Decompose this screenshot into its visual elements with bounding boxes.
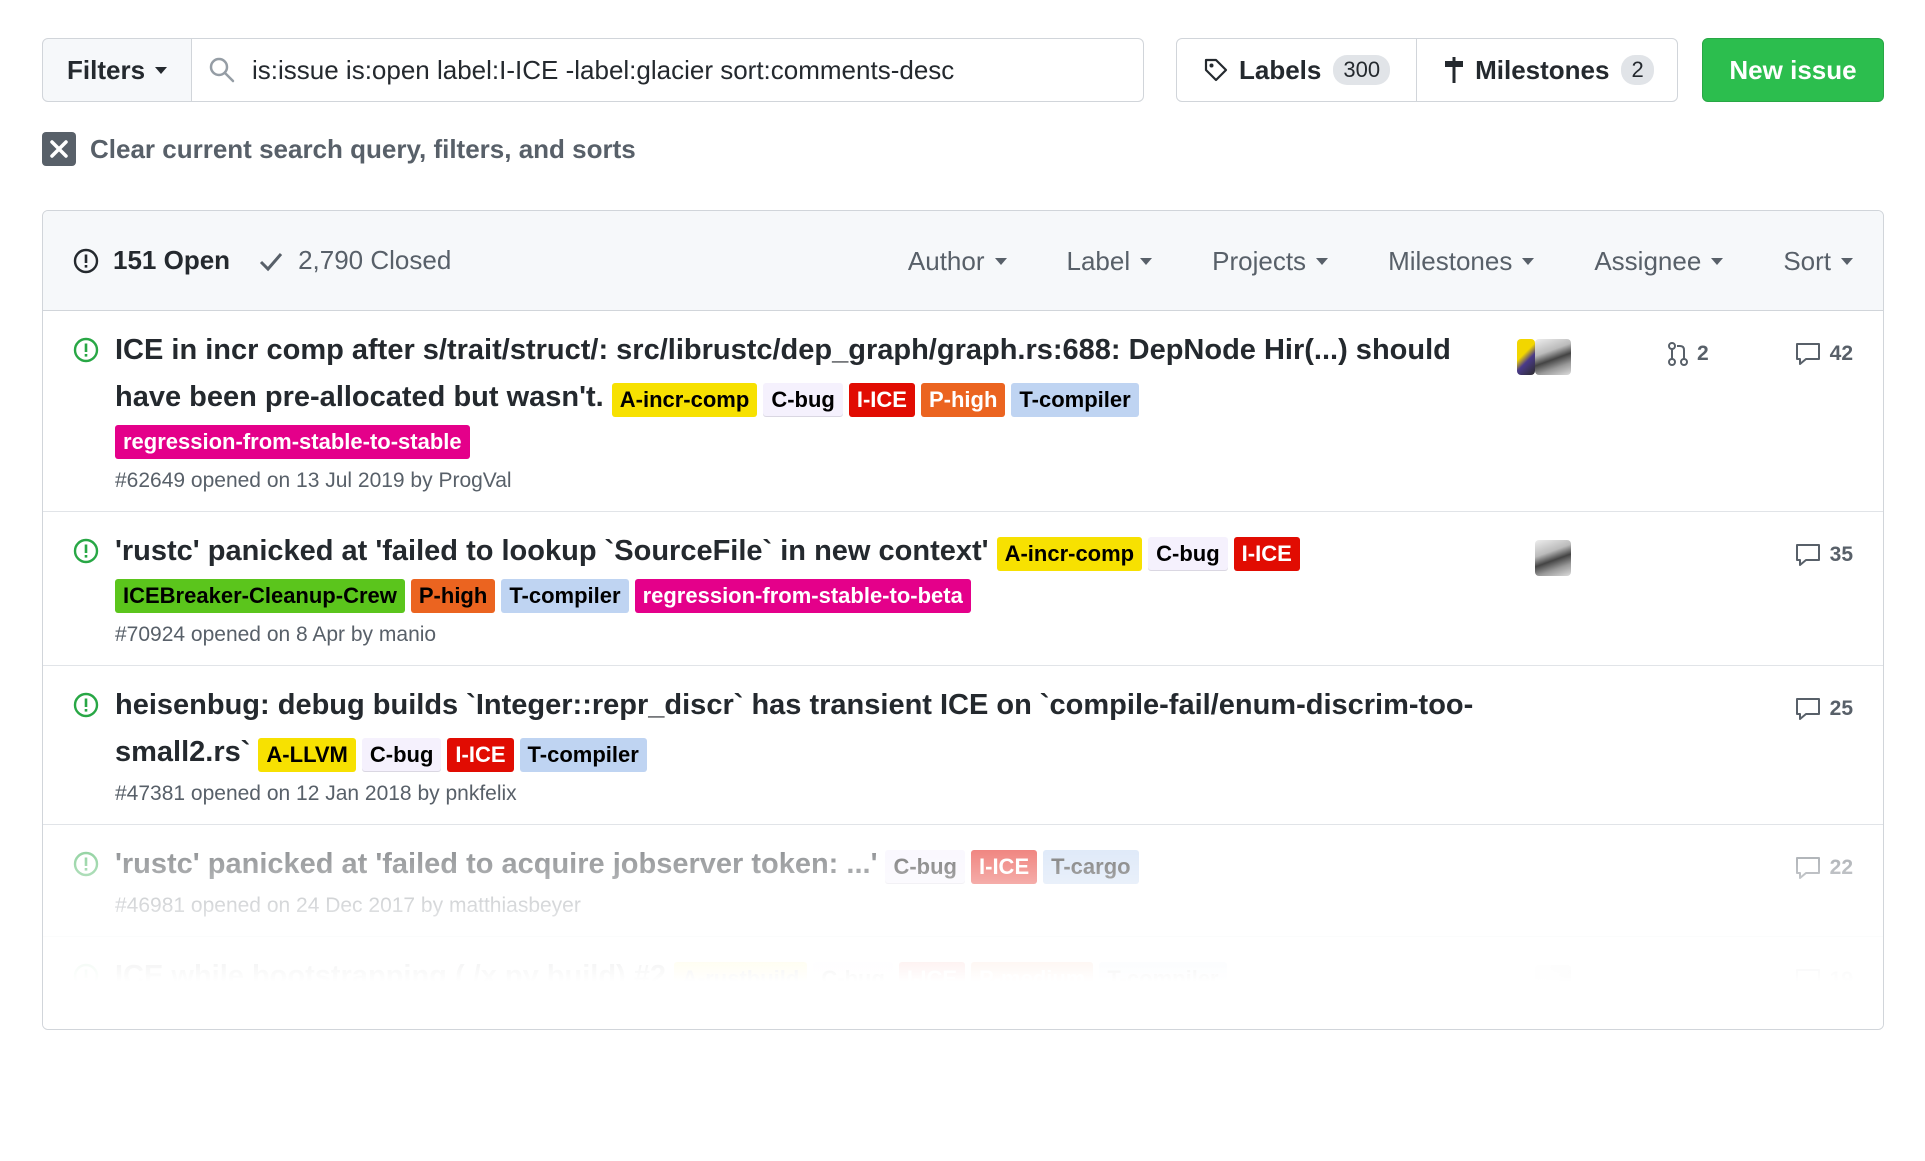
issue-label[interactable]: A-incr-comp bbox=[996, 536, 1143, 571]
issue-opened-icon bbox=[73, 692, 99, 723]
closed-issues-link[interactable]: 2,790 Closed bbox=[258, 245, 451, 276]
issue-opened-icon bbox=[73, 248, 99, 273]
issue-label[interactable]: I-ICE bbox=[447, 737, 514, 772]
projects-filter[interactable]: Projects bbox=[1212, 245, 1329, 277]
label-filter-label: Label bbox=[1066, 245, 1131, 276]
milestone-icon bbox=[1445, 57, 1464, 83]
issue-title-line: heisenbug: debug builds `Integer::repr_d… bbox=[115, 684, 1475, 778]
issue-row: 'rustc' panicked at 'failed to lookup `S… bbox=[43, 512, 1883, 666]
tag-icon bbox=[1204, 58, 1228, 82]
comments-link[interactable]: 25 bbox=[1794, 696, 1853, 722]
issue-label[interactable]: T-compiler bbox=[519, 737, 647, 772]
labels-count: 300 bbox=[1333, 55, 1391, 85]
comment-icon bbox=[1795, 544, 1820, 566]
issue-label[interactable]: C-bug bbox=[361, 737, 442, 772]
comments-link[interactable]: 35 bbox=[1794, 542, 1853, 568]
assignee-filter-label: Assignee bbox=[1594, 245, 1702, 276]
issue-meta: #70924 opened on 8 Apr by manio bbox=[115, 623, 437, 646]
issue-label[interactable]: P-high bbox=[410, 578, 496, 613]
issue-meta: #47381 opened on 12 Jan 2018 by pnkfelix bbox=[115, 782, 517, 805]
pr-count: 2 bbox=[1697, 342, 1709, 365]
issue-label[interactable]: regression-from-stable-to-stable bbox=[115, 424, 470, 459]
chevron-down-icon bbox=[155, 66, 168, 74]
assignee-filter[interactable]: Assignee bbox=[1594, 245, 1724, 277]
issue-label[interactable]: T-compiler bbox=[1011, 382, 1139, 417]
issue-title-link[interactable]: 'rustc' panicked at 'failed to lookup `S… bbox=[115, 535, 989, 567]
comment-count: 25 bbox=[1829, 697, 1853, 720]
issue-label[interactable]: P-high bbox=[920, 382, 1006, 417]
chevron-down-icon bbox=[1316, 257, 1329, 265]
avatar[interactable] bbox=[1535, 540, 1571, 576]
milestones-count: 2 bbox=[1621, 55, 1654, 85]
issue-row: ICE in incr comp after s/trait/struct/: … bbox=[43, 311, 1883, 512]
label-filter[interactable]: Label bbox=[1067, 246, 1153, 277]
issues-toolbar: Filters Labels 300 Milestones 2 New issu… bbox=[42, 38, 1884, 102]
filters-label: Filters bbox=[67, 54, 146, 85]
chevron-down-icon bbox=[1140, 257, 1153, 265]
issue-row: heisenbug: debug builds `Integer::repr_d… bbox=[43, 666, 1883, 825]
author-filter[interactable]: Author bbox=[908, 246, 1007, 277]
issue-label[interactable]: A-incr-comp bbox=[611, 382, 758, 417]
new-issue-button[interactable]: New issue bbox=[1702, 38, 1884, 102]
issue-opened-icon bbox=[73, 337, 99, 368]
issue-title-line: 'rustc' panicked at 'failed to lookup `S… bbox=[115, 530, 1475, 619]
issue-label[interactable]: C-bug bbox=[1148, 536, 1228, 571]
comment-count: 42 bbox=[1829, 342, 1853, 365]
assignee-avatars bbox=[1535, 540, 1571, 576]
milestones-filter-label: Milestones bbox=[1388, 245, 1513, 276]
issues-list-header: 151 Open 2,790 Closed Author Label Proje… bbox=[43, 211, 1883, 311]
list-fade-overlay bbox=[43, 839, 1883, 1029]
sort-filter[interactable]: Sort bbox=[1783, 246, 1853, 277]
labels-label: Labels bbox=[1239, 54, 1322, 85]
issue-label[interactable]: T-compiler bbox=[501, 578, 629, 613]
search-box[interactable] bbox=[192, 38, 1144, 102]
sort-filter-label: Sort bbox=[1783, 245, 1831, 276]
avatar[interactable] bbox=[1535, 339, 1571, 375]
check-icon bbox=[260, 252, 283, 271]
milestones-label: Milestones bbox=[1475, 54, 1610, 85]
issue-opened-icon bbox=[73, 538, 99, 569]
closed-count-label: 2,790 Closed bbox=[298, 245, 452, 275]
open-count-label: 151 Open bbox=[113, 245, 231, 275]
header-filters: Author Label Projects Milestones Assigne… bbox=[848, 211, 1853, 311]
avatar[interactable] bbox=[1517, 339, 1535, 375]
close-icon bbox=[42, 132, 76, 166]
comments-link[interactable]: 42 bbox=[1794, 341, 1853, 367]
comment-icon bbox=[1795, 343, 1820, 365]
comment-icon bbox=[1795, 698, 1820, 720]
open-issues-link[interactable]: 151 Open bbox=[73, 245, 230, 276]
linked-pr[interactable]: 2 bbox=[1667, 341, 1709, 367]
issue-label[interactable]: C-bug bbox=[763, 382, 843, 417]
assignee-avatars bbox=[1517, 339, 1571, 375]
issue-title-line: ICE in incr comp after s/trait/struct/: … bbox=[115, 329, 1475, 465]
search-icon bbox=[209, 57, 235, 83]
issue-label[interactable]: A-LLVM bbox=[258, 737, 356, 772]
comment-count: 35 bbox=[1829, 543, 1853, 566]
chevron-down-icon bbox=[1711, 257, 1724, 265]
chevron-down-icon bbox=[1841, 257, 1853, 265]
clear-query-label: Clear current search query, filters, and… bbox=[90, 133, 636, 164]
projects-filter-label: Projects bbox=[1212, 245, 1307, 276]
search-input[interactable] bbox=[250, 53, 1110, 87]
chevron-down-icon bbox=[1522, 257, 1535, 265]
issues-list: 151 Open 2,790 Closed Author Label Proje… bbox=[42, 210, 1884, 1030]
pull-request-icon bbox=[1668, 342, 1688, 366]
issue-label[interactable]: regression-from-stable-to-beta bbox=[634, 578, 971, 613]
issue-label[interactable]: ICEBreaker-Cleanup-Crew bbox=[115, 578, 405, 613]
author-filter-label: Author bbox=[907, 245, 985, 276]
issue-meta: #62649 opened on 13 Jul 2019 by ProgVal bbox=[115, 469, 512, 492]
labels-milestones-nav: Labels 300 Milestones 2 bbox=[1176, 38, 1678, 102]
milestones-filter[interactable]: Milestones bbox=[1388, 245, 1535, 277]
issue-label[interactable]: I-ICE bbox=[848, 382, 915, 417]
milestones-button[interactable]: Milestones 2 bbox=[1416, 39, 1680, 101]
filters-button[interactable]: Filters bbox=[42, 38, 192, 102]
issue-label[interactable]: I-ICE bbox=[1233, 536, 1300, 571]
clear-query-link[interactable]: Clear current search query, filters, and… bbox=[42, 132, 636, 166]
chevron-down-icon bbox=[994, 257, 1007, 265]
labels-button[interactable]: Labels 300 bbox=[1177, 39, 1416, 101]
